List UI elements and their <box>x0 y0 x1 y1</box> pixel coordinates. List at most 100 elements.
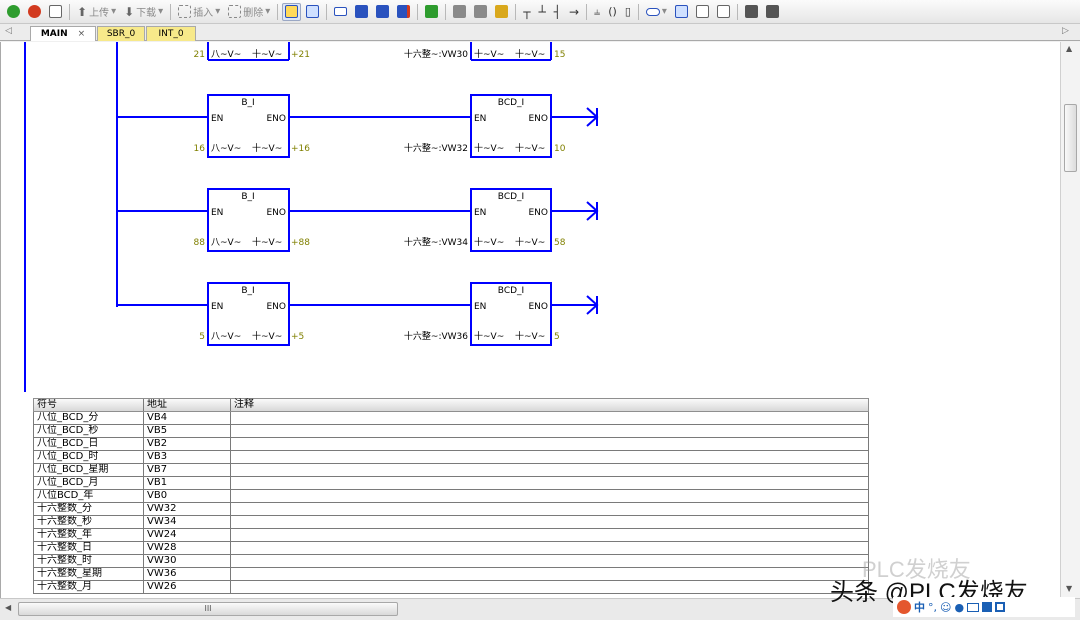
tab-scroll-left-icon[interactable]: ◁ <box>5 26 12 36</box>
symbol-table-row[interactable]: 十六整数_分 VW32 <box>33 503 869 516</box>
close-icon[interactable]: × <box>78 29 86 39</box>
symbol-cell[interactable]: 八位_BCD_月 <box>34 477 144 489</box>
comment-cell[interactable] <box>231 568 868 580</box>
symbol-cell[interactable]: 八位_BCD_星期 <box>34 464 144 476</box>
symbol-column-header[interactable]: 符号 <box>34 399 144 411</box>
symbol-cell[interactable]: 十六整数_分 <box>34 503 144 515</box>
scroll-down-icon[interactable]: ▼ <box>1066 584 1072 593</box>
symbol-cell[interactable]: 十六整数_日 <box>34 542 144 554</box>
run-button[interactable] <box>4 3 23 21</box>
pou-button[interactable] <box>471 3 490 21</box>
comment-column-header[interactable]: 注释 <box>231 399 868 411</box>
tab-sbr-0[interactable]: SBR_0 <box>97 26 145 41</box>
symbol-table-row[interactable]: 八位_BCD_星期 VB7 <box>33 464 869 477</box>
address-cell[interactable]: VB4 <box>144 412 231 424</box>
vertical-scrollbar[interactable]: ▲ ▼ <box>1060 42 1080 598</box>
symbol-cell[interactable]: 八位_BCD_日 <box>34 438 144 450</box>
symbol-table-row[interactable]: 八位_BCD_秒 VB5 <box>33 425 869 438</box>
cross-reference-button[interactable] <box>672 3 691 21</box>
address-cell[interactable]: VB5 <box>144 425 231 437</box>
emoji-icon[interactable]: ☺ <box>940 601 951 614</box>
symbol-table-row[interactable]: 十六整数_日 VW28 <box>33 542 869 555</box>
scroll-up-icon[interactable]: ▲ <box>1066 44 1072 53</box>
symbol-table-row[interactable]: 八位_BCD_日 VB2 <box>33 438 869 451</box>
comment-cell[interactable] <box>231 503 868 515</box>
insert-downline-button[interactable]: ┬ <box>520 3 533 21</box>
address-cell[interactable]: VB0 <box>144 490 231 502</box>
keyboard-icon[interactable] <box>967 602 980 612</box>
comment-cell[interactable] <box>231 542 868 554</box>
clear-button[interactable] <box>394 3 413 21</box>
address-column-header[interactable]: 地址 <box>144 399 231 411</box>
symbol-table-row[interactable]: 八位_BCD_时 VB3 <box>33 451 869 464</box>
symbol-cell[interactable]: 十六整数_时 <box>34 555 144 567</box>
program-status-button[interactable] <box>282 2 302 21</box>
scroll-left-icon[interactable]: ◀ <box>5 603 11 612</box>
toolbox-icon[interactable] <box>995 602 1006 612</box>
address-cell[interactable]: VB7 <box>144 464 231 476</box>
comment-cell[interactable] <box>231 438 868 450</box>
symbol-cell[interactable]: 十六整数_年 <box>34 529 144 541</box>
insert-button[interactable]: 插入 ▾ <box>175 3 223 21</box>
edit-button[interactable] <box>46 3 65 21</box>
pou-comment-button[interactable] <box>763 3 782 21</box>
skin-icon[interactable] <box>982 602 993 612</box>
symbol-cell[interactable]: 八位BCD_年 <box>34 490 144 502</box>
insert-rightline-button[interactable]: → <box>566 3 582 21</box>
forward-button[interactable] <box>373 3 392 21</box>
vertical-scroll-thumb[interactable] <box>1064 104 1077 172</box>
comment-cell[interactable] <box>231 555 868 567</box>
comment-cell[interactable] <box>231 412 868 424</box>
tab-main[interactable]: MAIN × <box>30 26 96 41</box>
symbol-cell[interactable]: 八位_BCD_秒 <box>34 425 144 437</box>
symbol-table-row[interactable]: 十六整数_年 VW24 <box>33 529 869 542</box>
address-cell[interactable]: VW36 <box>144 568 231 580</box>
address-cell[interactable]: VW34 <box>144 516 231 528</box>
address-cell[interactable]: VW26 <box>144 581 231 593</box>
symbol-table-row[interactable]: 八位BCD_年 VB0 <box>33 490 869 503</box>
back-button[interactable] <box>352 3 371 21</box>
address-cell[interactable]: VW32 <box>144 503 231 515</box>
bookmark-button[interactable] <box>492 3 511 21</box>
stop-button[interactable] <box>25 3 44 21</box>
insert-contact-button[interactable]: ⫨ <box>591 3 603 21</box>
microphone-icon[interactable]: ● <box>954 601 964 614</box>
horizontal-scroll-thumb[interactable]: III <box>18 602 398 616</box>
insert-upline-button[interactable]: ┴ <box>535 3 548 21</box>
symbol-cell[interactable]: 十六整数_星期 <box>34 568 144 580</box>
comment-cell[interactable] <box>231 477 868 489</box>
download-button[interactable]: ⬇ 下载 ▾ <box>121 3 166 21</box>
symbol-cell[interactable]: 十六整数_秒 <box>34 516 144 528</box>
comment-cell[interactable] <box>231 464 868 476</box>
address-cell[interactable]: VW28 <box>144 542 231 554</box>
table-status-button[interactable] <box>303 3 322 21</box>
comment-cell[interactable] <box>231 425 868 437</box>
insert-leftline-button[interactable]: ┤ <box>551 3 564 21</box>
properties-button[interactable] <box>693 3 712 21</box>
comment-cell[interactable] <box>231 451 868 463</box>
window-button[interactable] <box>331 3 350 21</box>
lock-button[interactable] <box>450 3 469 21</box>
symbol-table-row[interactable]: 十六整数_时 VW30 <box>33 555 869 568</box>
ime-language[interactable]: 中 <box>914 599 925 615</box>
comment-cell[interactable] <box>231 529 868 541</box>
address-cell[interactable]: VB3 <box>144 451 231 463</box>
insert-box-button[interactable]: ▯ <box>622 3 634 21</box>
ime-punctuation[interactable]: °, <box>928 601 937 614</box>
address-cell[interactable]: VW24 <box>144 529 231 541</box>
symbol-table-row[interactable]: 八位_BCD_月 VB1 <box>33 477 869 490</box>
insert-coil-button[interactable]: () <box>605 3 620 21</box>
delete-button[interactable]: 删除 ▾ <box>225 3 273 21</box>
symbol-cell[interactable]: 十六整数_月 <box>34 581 144 593</box>
comments-button[interactable] <box>742 3 761 21</box>
symbol-table-row[interactable]: 十六整数_秒 VW34 <box>33 516 869 529</box>
symbol-table-row[interactable]: 十六整数_月 VW26 <box>33 581 869 594</box>
symbol-cell[interactable]: 八位_BCD_时 <box>34 451 144 463</box>
symbol-button[interactable] <box>714 3 733 21</box>
comment-cell[interactable] <box>231 516 868 528</box>
address-cell[interactable]: VW30 <box>144 555 231 567</box>
network-button[interactable]: ▾ <box>643 3 670 21</box>
comment-cell[interactable] <box>231 490 868 502</box>
symbol-table-row[interactable]: 八位_BCD_分 VB4 <box>33 412 869 425</box>
compile-button[interactable] <box>422 3 441 21</box>
